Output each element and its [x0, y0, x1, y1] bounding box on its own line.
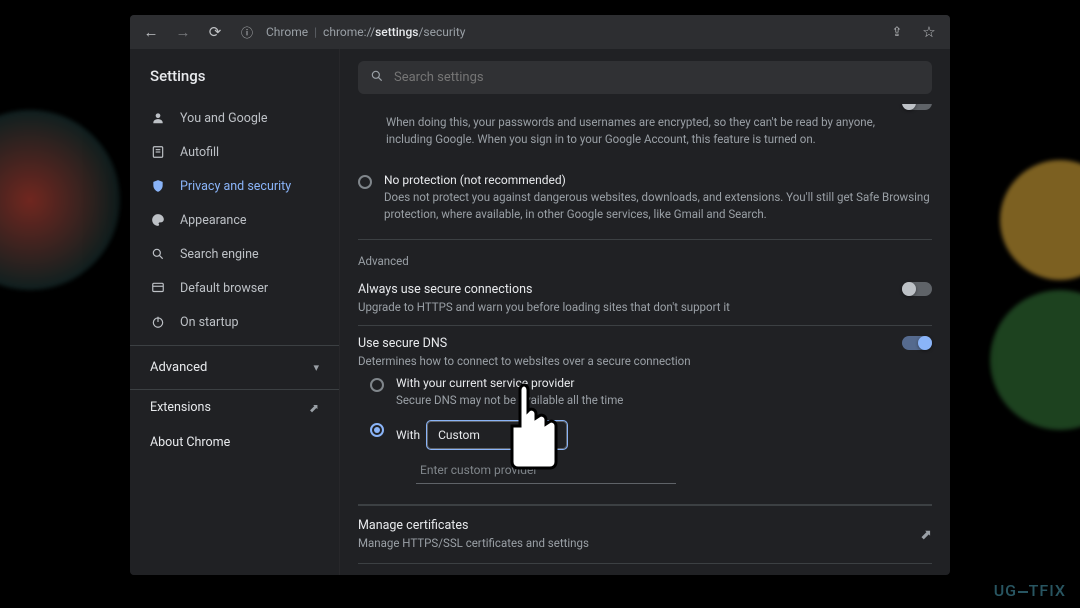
sidebar-about-chrome[interactable]: About Chrome	[130, 425, 339, 460]
share-icon[interactable]: ⇪	[884, 19, 910, 45]
search-icon	[370, 68, 384, 87]
current-provider-desc: Secure DNS may not be available all the …	[396, 392, 932, 409]
back-button[interactable]: ←	[138, 19, 164, 45]
open-external-icon: ⬈	[920, 527, 932, 543]
settings-search[interactable]	[358, 61, 932, 94]
forward-button[interactable]: →	[170, 19, 196, 45]
secure-connections-title: Always use secure connections	[358, 282, 882, 297]
secure-dns-title: Use secure DNS	[358, 336, 882, 351]
reload-button[interactable]: ⟳	[202, 19, 228, 45]
sidebar-item-you-and-google[interactable]: You and Google	[130, 101, 339, 135]
settings-search-input[interactable]	[394, 70, 920, 85]
sidebar-item-autofill[interactable]: Autofill	[130, 135, 339, 169]
sidebar-item-default-browser[interactable]: Default browser	[130, 271, 339, 305]
with-label: With	[396, 428, 420, 442]
shield-icon	[150, 178, 166, 194]
no-protection-desc: Does not protect you against dangerous w…	[384, 189, 932, 222]
autofill-icon	[150, 144, 166, 160]
browser-toolbar: ← → ⟳ ⓘ Chrome | chrome://settings/secur…	[130, 15, 950, 49]
address-bar[interactable]: Chrome | chrome://settings/security	[266, 25, 465, 39]
radio-no-protection[interactable]	[358, 175, 372, 189]
custom-provider-input[interactable]	[416, 457, 676, 484]
settings-sidebar: Settings You and Google Autofill Privacy…	[130, 49, 340, 575]
sidebar-item-on-startup[interactable]: On startup	[130, 305, 339, 339]
site-info-icon[interactable]: ⓘ	[234, 19, 260, 45]
advanced-protection-row[interactable]: Google Advanced Protection Program Safeg…	[358, 563, 932, 575]
open-external-icon: ⬈	[309, 401, 319, 415]
certs-title: Manage certificates	[358, 518, 589, 533]
manage-certificates-row[interactable]: Manage certificates Manage HTTPS/SSL cer…	[358, 505, 932, 564]
dropdown-arrow-icon: ▼	[547, 429, 556, 440]
sidebar-item-search-engine[interactable]: Search engine	[130, 237, 339, 271]
dns-provider-dropdown[interactable]: Custom ▼	[427, 421, 567, 449]
secure-connections-toggle[interactable]	[902, 282, 932, 296]
certs-desc: Manage HTTPS/SSL certificates and settin…	[358, 535, 589, 552]
secure-dns-toggle[interactable]	[902, 336, 932, 350]
enhanced-protection-desc: When doing this, your passwords and user…	[386, 114, 892, 147]
browser-icon	[150, 280, 166, 296]
current-provider-title: With your current service provider	[396, 376, 932, 390]
browser-window: ← → ⟳ ⓘ Chrome | chrome://settings/secur…	[130, 15, 950, 575]
radio-current-provider[interactable]	[370, 378, 384, 392]
sidebar-item-appearance[interactable]: Appearance	[130, 203, 339, 237]
power-icon	[150, 314, 166, 330]
secure-connections-desc: Upgrade to HTTPS and warn you before loa…	[358, 299, 882, 316]
browser-name: Chrome	[266, 25, 308, 39]
no-protection-title: No protection (not recommended)	[384, 173, 932, 187]
sidebar-item-privacy-security[interactable]: Privacy and security	[130, 169, 339, 203]
section-advanced-heading: Advanced	[358, 254, 932, 268]
enhanced-protection-toggle[interactable]	[902, 104, 932, 110]
person-icon	[150, 110, 166, 126]
watermark: UGTFIX	[994, 581, 1066, 600]
palette-icon	[150, 212, 166, 228]
settings-main: When doing this, your passwords and user…	[340, 49, 950, 575]
search-icon	[150, 246, 166, 262]
chevron-down-icon: ▾	[313, 361, 319, 374]
sidebar-title: Settings	[130, 63, 339, 101]
sidebar-advanced-toggle[interactable]: Advanced ▾	[130, 345, 339, 385]
radio-with-custom[interactable]	[370, 423, 384, 437]
secure-dns-desc: Determines how to connect to websites ov…	[358, 353, 882, 370]
bookmark-icon[interactable]: ☆	[916, 19, 942, 45]
sidebar-extensions[interactable]: Extensions ⬈	[130, 389, 339, 425]
